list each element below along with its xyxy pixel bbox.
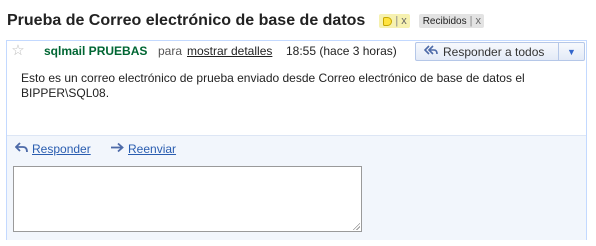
message-header: ☆ sqlmail PRUEBAS para mostrar detalles … — [7, 41, 586, 63]
resize-grip-icon[interactable] — [352, 222, 360, 230]
sender-name[interactable]: sqlmail PRUEBAS — [44, 44, 147, 58]
forward-link[interactable]: Reenviar — [110, 141, 176, 156]
triangle-down-icon: ▼ — [567, 46, 576, 57]
more-actions-dropdown[interactable]: ▼ — [559, 42, 585, 61]
message-body: Esto es un correo electrónico de prueba … — [21, 71, 525, 100]
label-chip-recibidos[interactable]: Recibidos | x — [418, 14, 484, 28]
label-name: Recibidos — [422, 15, 467, 27]
forward-icon — [110, 141, 124, 156]
show-details-link[interactable]: mostrar detalles — [187, 44, 272, 58]
quick-reply-textarea[interactable] — [13, 166, 362, 232]
subject-row: Prueba de Correo electrónico de base de … — [7, 11, 592, 31]
email-subject: Prueba de Correo electrónico de base de … — [7, 12, 366, 29]
reply-area: Responder Reenviar — [7, 135, 586, 240]
reply-link[interactable]: Responder — [14, 141, 91, 156]
reply-all-button[interactable]: Responder a todos — [415, 42, 559, 61]
message-timestamp: 18:55 (hace 3 horas) — [286, 44, 397, 58]
recipient-prefix: para — [158, 44, 183, 58]
reply-icon — [14, 141, 28, 156]
reply-label: Responder — [32, 141, 91, 156]
remove-label-icon[interactable]: x — [475, 15, 481, 27]
reply-all-label: Responder a todos — [443, 44, 545, 59]
star-icon[interactable]: ☆ — [10, 43, 26, 59]
label-chip-yellow[interactable]: | x — [379, 14, 410, 28]
chip-separator: | — [469, 15, 473, 27]
reply-all-icon — [423, 44, 438, 59]
yellow-label-dot-icon — [383, 16, 393, 26]
chip-separator: | — [395, 15, 399, 27]
forward-label: Reenviar — [128, 141, 177, 156]
remove-label-icon[interactable]: x — [401, 15, 407, 27]
conversation-view: Prueba de Correo electrónico de base de … — [0, 0, 596, 246]
message-card: ☆ sqlmail PRUEBAS para mostrar detalles … — [6, 40, 587, 240]
